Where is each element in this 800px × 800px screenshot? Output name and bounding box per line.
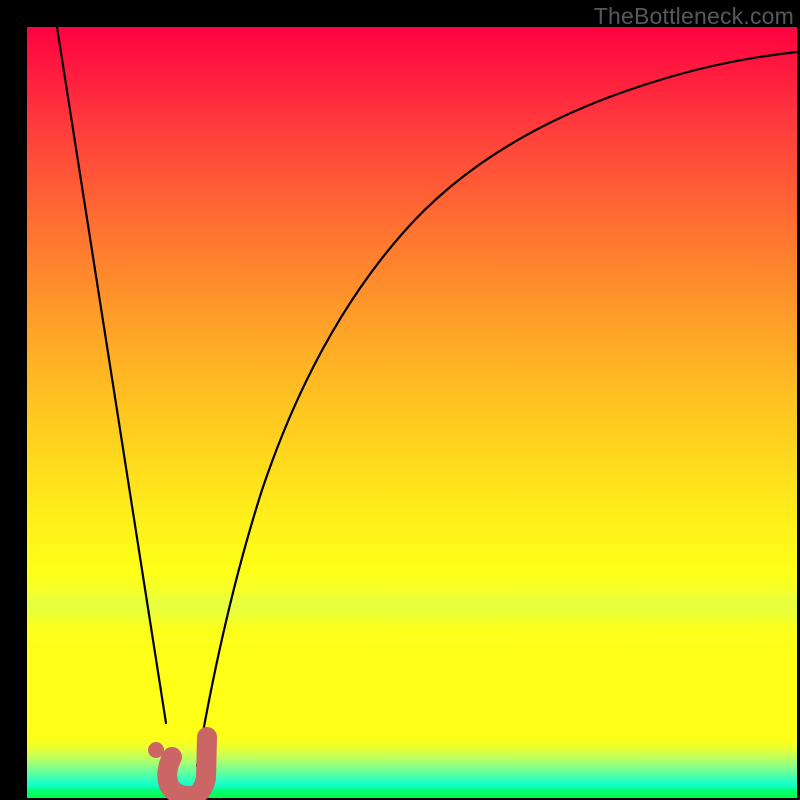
- chart-frame: TheBottleneck.com: [0, 0, 800, 800]
- curve-overlay: [0, 0, 800, 800]
- left-limb-curve: [57, 27, 166, 723]
- marker-dot: [148, 742, 164, 758]
- marker-hook: [167, 737, 207, 796]
- right-limb-curve: [197, 52, 797, 766]
